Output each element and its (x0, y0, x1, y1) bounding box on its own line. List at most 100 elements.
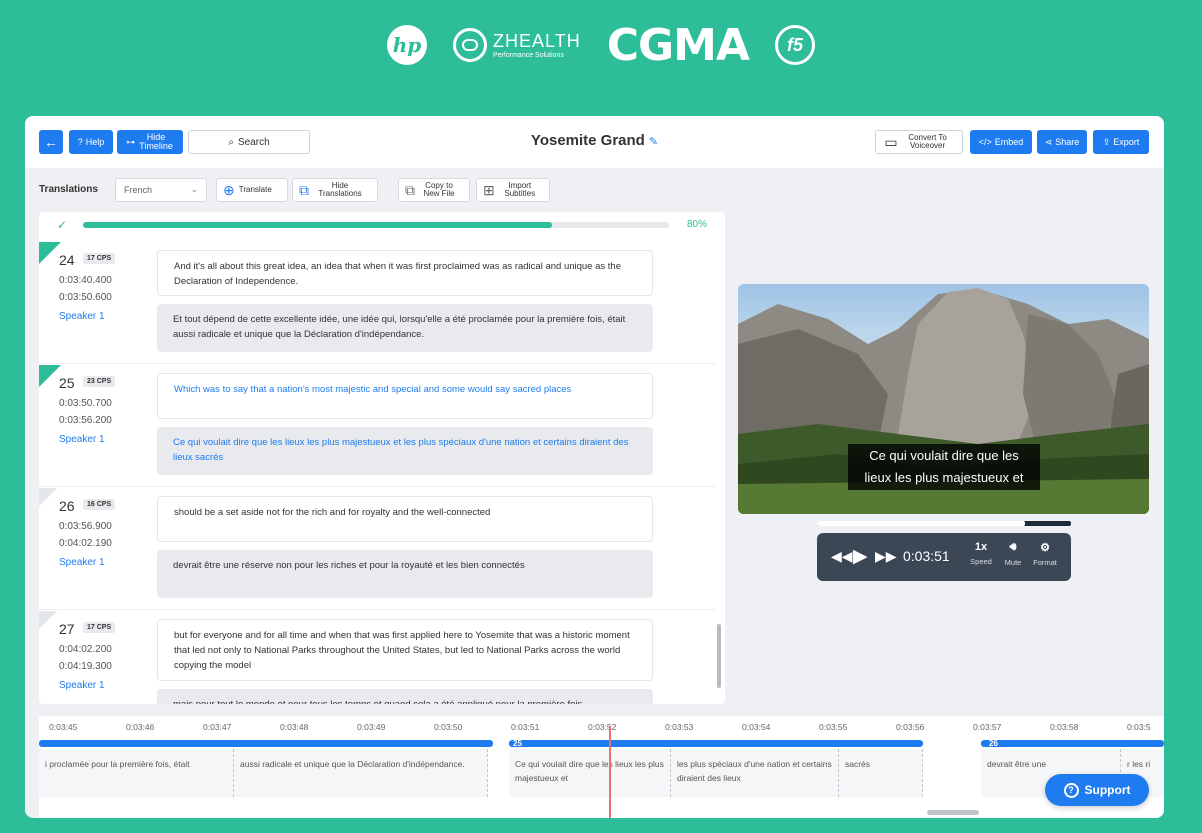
progress-percent: 80% (686, 219, 707, 230)
end-time[interactable]: 0:03:56.200 (59, 415, 112, 426)
rewind-icon[interactable]: ◀◀ (831, 548, 853, 565)
timeline-segment-26-bar[interactable] (981, 740, 1164, 747)
translation-text[interactable]: Ce qui voulait dire que les lieux les pl… (157, 427, 653, 475)
playhead[interactable] (609, 726, 611, 818)
share-icon: ⋖ (1044, 136, 1053, 147)
timeline-text-block[interactable]: sacrés (839, 749, 923, 797)
timeline-tick-label: 0:03:47 (203, 722, 232, 732)
partner-logos: hp ZHEALTH Performance Solutions CGMA f5 (0, 20, 1202, 71)
fast-forward-icon[interactable]: ▶▶ (875, 548, 897, 565)
source-text[interactable]: but for everyone and for all time and wh… (157, 619, 653, 681)
panel-scrollbar[interactable] (717, 624, 721, 688)
zhealth-wordmark: ZHEALTH (493, 30, 581, 51)
timeline-segment-number: 26 (989, 739, 998, 748)
translation-text[interactable]: devrait être une réserve non pour les ri… (157, 550, 653, 598)
timeline-text-block[interactable]: Ce qui voulait dire que les lieux les pl… (509, 749, 671, 797)
timeline-tick-label: 0:03:45 (49, 722, 78, 732)
progress-fill (83, 222, 552, 228)
translations-label: Translations (39, 184, 98, 195)
timeline-tick-label: 0:03:55 (819, 722, 848, 732)
timeline-text-block[interactable]: aussi radicale et unique que la Déclarat… (234, 749, 488, 797)
zhealth-tagline: Performance Solutions (493, 51, 564, 59)
segment-number: 24 (59, 252, 75, 268)
hide-translations-button[interactable]: ⧉ Hide Translations (292, 178, 378, 202)
speaker-link[interactable]: Speaker 1 (59, 680, 105, 691)
source-text[interactable]: And it's all about this great idea, an i… (157, 250, 653, 296)
end-time[interactable]: 0:04:02.190 (59, 538, 112, 549)
speaker-link[interactable]: Speaker 1 (59, 311, 105, 322)
language-select[interactable]: French ⌄ (115, 178, 207, 202)
checkmark-icon (39, 365, 61, 387)
video-camera-icon: ▭ (884, 134, 898, 150)
translate-button[interactable]: ⊕ Translate (216, 178, 288, 202)
timeline-tick-label: 0:03:5 (1127, 722, 1151, 732)
cps-badge: 23 CPS (83, 376, 116, 387)
start-time[interactable]: 0:03:50.700 (59, 398, 112, 409)
translation-text[interactable]: mais pour tout le monde et pour tous les… (157, 689, 653, 704)
speaker-link[interactable]: Speaker 1 (59, 557, 105, 568)
end-time[interactable]: 0:03:50.600 (59, 292, 112, 303)
edit-icon[interactable]: ✎ (649, 136, 658, 148)
video-controls: ◀◀ ▶ ▶▶ 0:03:51 1x Speed 🔊︎ Mute ⚙ Forma… (817, 533, 1071, 581)
timeline-segment-25-bar[interactable] (509, 740, 923, 747)
code-icon: </> (978, 137, 992, 147)
import-subtitles-button[interactable]: ⊞ Import Subtitles (476, 178, 550, 202)
timeline-text-block[interactable]: i proclamée pour la première fois, était (39, 749, 234, 797)
support-button[interactable]: ? Support (1045, 774, 1149, 806)
translation-progress: ✓ 80% (39, 212, 725, 238)
video-progress-fill (817, 521, 1026, 526)
timeline-tick-label: 0:03:49 (357, 722, 386, 732)
timeline-tick-label: 0:03:51 (511, 722, 540, 732)
timeline-tick-label: 0:03:46 (126, 722, 155, 732)
video-progress-bar[interactable] (817, 521, 1071, 526)
timeline-segment-number: 25 (513, 739, 522, 748)
start-time[interactable]: 0:03:56.900 (59, 521, 112, 532)
play-icon[interactable]: ▶ (853, 545, 868, 568)
speaker-link[interactable]: Speaker 1 (59, 434, 105, 445)
source-text[interactable]: Which was to say that a nation's most ma… (157, 373, 653, 419)
segment-24[interactable]: 24 17 CPS 0:03:40.400 0:03:50.600 Speake… (39, 242, 715, 364)
progress-track (83, 222, 669, 228)
source-text[interactable]: should be a set aside not for the rich a… (157, 496, 653, 542)
end-time[interactable]: 0:04:19.300 (59, 661, 112, 672)
cps-badge: 17 CPS (83, 253, 116, 264)
checkmark-icon (39, 242, 61, 264)
mute-control[interactable]: 🔊︎ Mute (997, 541, 1029, 567)
speed-control[interactable]: 1x Speed (965, 541, 997, 566)
start-time[interactable]: 0:04:02.200 (59, 644, 112, 655)
cps-badge: 17 CPS (83, 622, 116, 633)
video-player[interactable]: Ce qui voulait dire que les lieux les pl… (738, 284, 1149, 514)
export-button[interactable]: ⇪ Export (1093, 130, 1149, 154)
convert-voiceover-button[interactable]: ▭ Convert To Voiceover (875, 130, 963, 154)
segment-25[interactable]: 25 23 CPS 0:03:50.700 0:03:56.200 Speake… (39, 365, 715, 487)
timeline-tick-label: 0:03:48 (280, 722, 309, 732)
translation-text[interactable]: Et tout dépend de cette excellente idée,… (157, 304, 653, 352)
file-plus-icon: ⊞ (483, 181, 495, 198)
format-control[interactable]: ⚙ Format (1029, 541, 1061, 567)
brain-icon (453, 28, 488, 62)
plus-circle-icon: ⊕ (223, 181, 235, 198)
timeline-segment-24-bar[interactable] (39, 740, 493, 747)
copy-to-new-file-button[interactable]: ⧉ Copy to New File (398, 178, 470, 202)
export-icon: ⇪ (1102, 136, 1111, 147)
timeline-tick-label: 0:03:50 (434, 722, 463, 732)
timeline-tick-label: 0:03:52 (588, 722, 617, 732)
timeline-text-block[interactable]: les plus spéciaux d'une nation et certai… (671, 749, 839, 797)
timeline-scrollbar[interactable] (927, 810, 979, 815)
embed-button[interactable]: </> Embed (970, 130, 1032, 154)
timeline-tick-label: 0:03:57 (973, 722, 1002, 732)
subtitle-caption: Ce qui voulait dire que les lieux les pl… (848, 444, 1040, 490)
editor-window: ← ? Help ⊶ Hide Timeline ⌕ Search Yosemi… (25, 116, 1164, 818)
checkmark-icon[interactable] (39, 488, 57, 506)
segment-number: 26 (59, 498, 75, 514)
checkmark-icon[interactable] (39, 611, 57, 629)
share-button[interactable]: ⋖ Share (1037, 130, 1087, 154)
timeline-tick-label: 0:03:53 (665, 722, 694, 732)
segment-27[interactable]: 27 17 CPS 0:04:02.200 0:04:19.300 Speake… (39, 611, 715, 704)
f5-logo: f5 (774, 25, 815, 65)
segment-26[interactable]: 26 16 CPS 0:03:56.900 0:04:02.190 Speake… (39, 488, 715, 610)
top-bar: ← ? Help ⊶ Hide Timeline ⌕ Search Yosemi… (25, 116, 1164, 168)
check-circle-icon: ✓ (57, 218, 68, 232)
translate-icon: ⧉ (299, 181, 309, 198)
start-time[interactable]: 0:03:40.400 (59, 275, 112, 286)
